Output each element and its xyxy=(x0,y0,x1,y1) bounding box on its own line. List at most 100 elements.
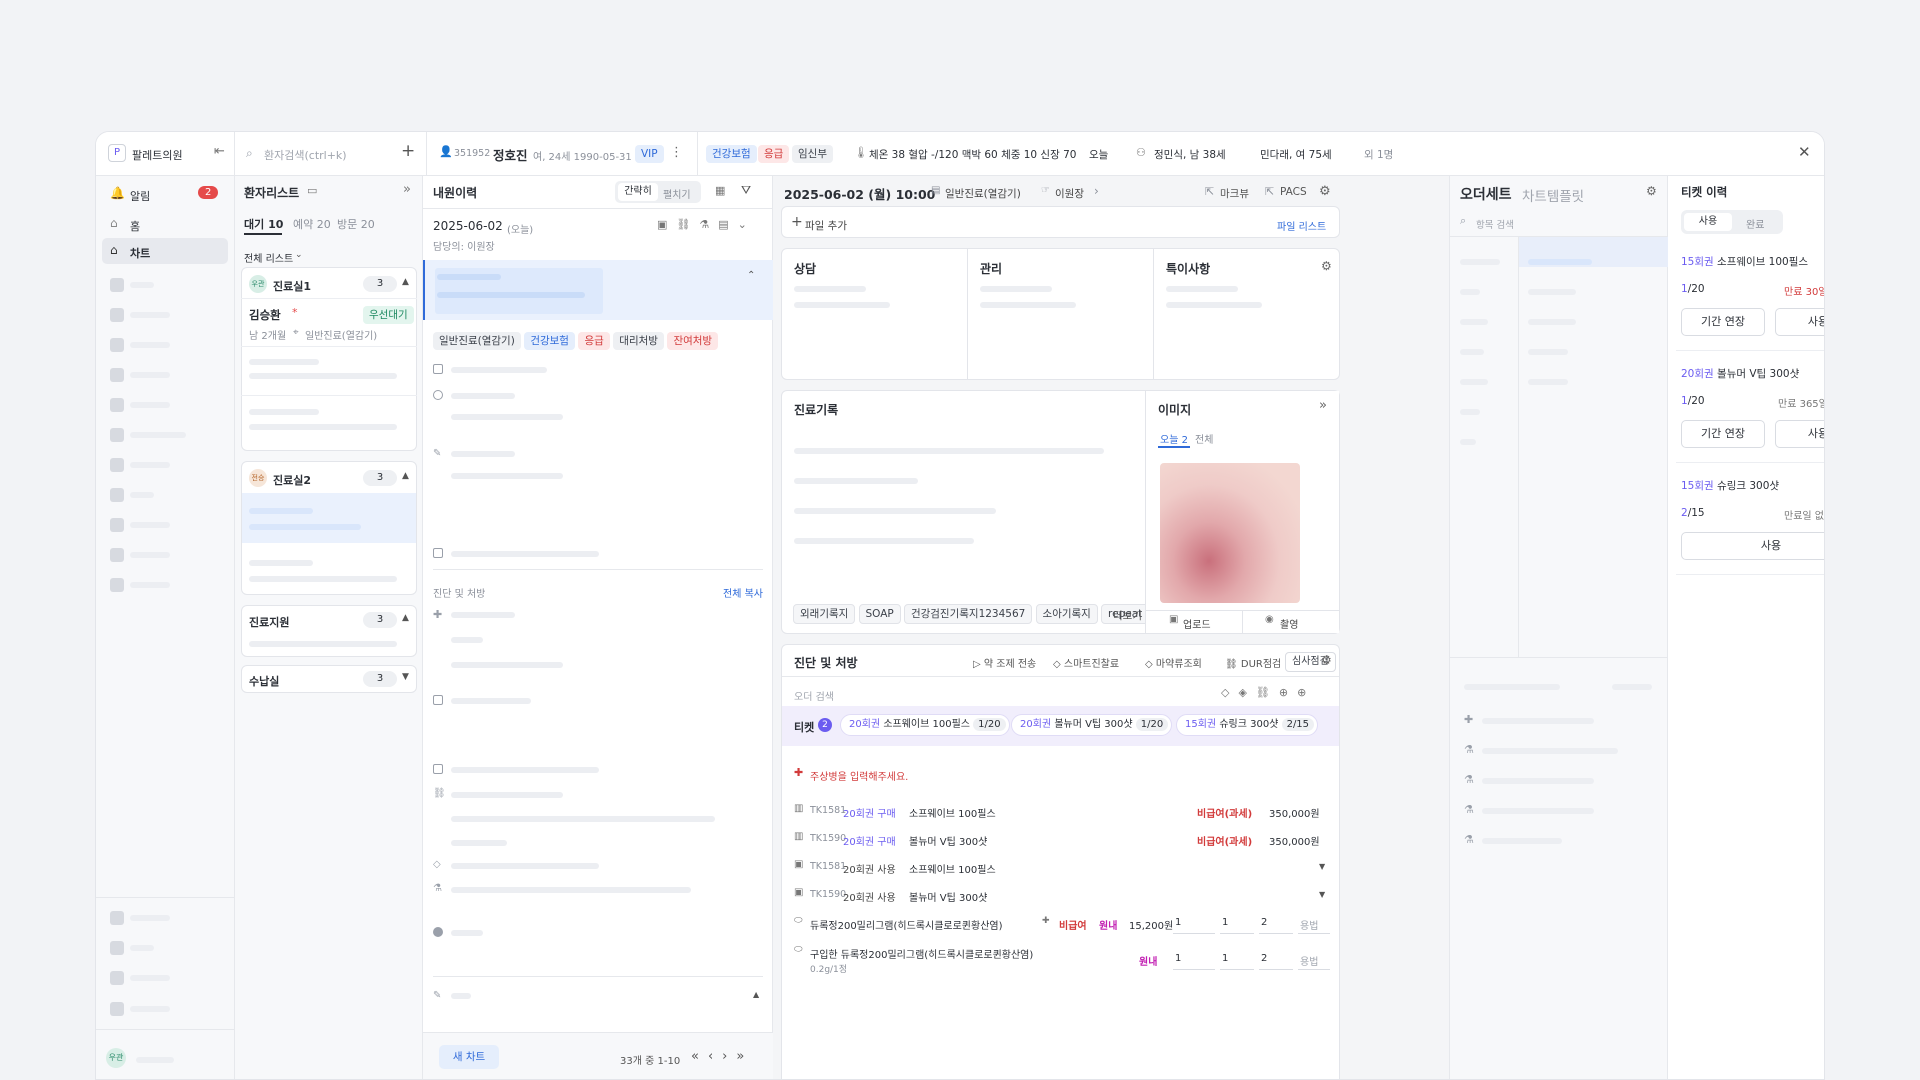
close-icon[interactable]: ✕ xyxy=(1798,143,1811,161)
send-dispense-tool[interactable]: ▷ 약 조제 전송 xyxy=(973,655,1036,670)
chevron-down-icon[interactable]: ▼ xyxy=(402,672,409,682)
user-avatar[interactable]: 우관 xyxy=(106,1048,126,1068)
drug1-freq-input[interactable]: 1 xyxy=(1220,912,1254,934)
tab-done[interactable]: 완료 xyxy=(1746,216,1764,231)
visit-date[interactable]: 2025-06-02 xyxy=(433,219,503,233)
markview-link[interactable]: 마크뷰 xyxy=(1220,186,1249,201)
row-name[interactable]: 볼뉴머 V팁 300샷 xyxy=(909,833,987,848)
ticket-item-3[interactable]: 15회권 슈링크 300샷 xyxy=(1681,478,1779,493)
ticket-item-2[interactable]: 20회권 볼뉴머 V팁 300샷 xyxy=(1681,366,1799,381)
add-patient-icon[interactable]: + xyxy=(401,141,415,161)
sidebar-item-home[interactable]: 홈 xyxy=(130,218,140,234)
family-member-1[interactable]: 정민식, 남 38세 xyxy=(1154,147,1226,162)
expand-icon[interactable]: » xyxy=(1319,398,1327,413)
settings-icon[interactable]: ⚙ xyxy=(1321,259,1332,273)
image-tab-all[interactable]: 전체 xyxy=(1195,431,1213,446)
chevron-up-icon[interactable]: ▲ xyxy=(402,277,409,287)
ticket-item-1[interactable]: 15회권 소프웨이브 100필스 xyxy=(1681,254,1808,269)
template-tab[interactable]: 차트템플릿 xyxy=(1522,185,1584,205)
patient-name-kim[interactable]: 김승환 xyxy=(249,307,281,323)
record-tab-pediatric[interactable]: 소아기록지 xyxy=(1035,604,1098,624)
new-chart-button[interactable]: 새 차트 xyxy=(439,1045,499,1069)
chevron-down-icon[interactable]: ⌄ xyxy=(295,250,303,260)
list-filter[interactable]: 전체 리스트 xyxy=(244,250,293,265)
toggle-brief[interactable]: 간략히 xyxy=(618,183,658,201)
sidebar-item-alarm[interactable]: 알림 xyxy=(130,188,150,204)
drug1-name[interactable]: 듀록정200밀리그램(히드록시클로로퀸황산염) xyxy=(810,917,1003,932)
drug1-days-input[interactable]: 2 xyxy=(1259,912,1293,934)
tab-visit[interactable]: 방문 20 xyxy=(337,216,375,232)
upload-button[interactable]: 업로드 xyxy=(1183,616,1211,631)
pagination-controls[interactable]: «‹›» xyxy=(691,1049,753,1064)
visit-doctor[interactable]: 이원장 xyxy=(1055,186,1084,201)
row-name[interactable]: 볼뉴머 V팁 300샷 xyxy=(909,889,987,904)
ticket-chip-1[interactable]: 20회권 소프웨이브 100필스 1/20 xyxy=(840,714,1010,736)
copy-all-link[interactable]: 전체 복사 xyxy=(723,585,763,600)
extend-button[interactable]: 기간 연장 xyxy=(1681,420,1765,448)
record-tab-soap[interactable]: SOAP xyxy=(858,604,901,624)
filter-icon[interactable]: ⛛ xyxy=(741,183,751,198)
ticket-chip-3[interactable]: 15회권 슈링크 300샷 2/15 xyxy=(1176,714,1319,736)
toggle-expand[interactable]: 펼치기 xyxy=(663,186,691,201)
expand-icon[interactable]: » xyxy=(403,182,411,197)
family-member-2[interactable]: 민다래, 여 75세 xyxy=(1260,147,1332,162)
settings-icon[interactable]: ⚙ xyxy=(1319,184,1331,199)
narcotics-tool[interactable]: ◇ 마약류조회 xyxy=(1145,655,1202,670)
collapse-sidebar-icon[interactable]: ⇤ xyxy=(214,144,225,159)
row-name[interactable]: 소프웨이브 100필스 xyxy=(909,805,996,820)
chevron-up-icon[interactable]: ⌃ xyxy=(747,270,755,281)
expire-dropdown[interactable]: 만료일 없음 xyxy=(1784,507,1824,522)
tab-use[interactable]: 사용 xyxy=(1684,213,1732,231)
settings-icon[interactable]: ⚙ xyxy=(1646,184,1657,198)
order-tool-icons[interactable]: ◇◈⛓⊕⊕ xyxy=(1221,686,1315,699)
drug1-dose-input[interactable]: 1 xyxy=(1173,912,1215,934)
chevron-down-icon[interactable]: ▼ xyxy=(1319,890,1325,899)
sidebar-item-chart[interactable] xyxy=(102,238,228,264)
more-link[interactable]: 더보기 xyxy=(1113,608,1142,623)
expire-dropdown[interactable]: 만료 365일전 xyxy=(1778,395,1824,410)
drug2-usage-input[interactable]: 용법 xyxy=(1298,948,1330,970)
orderset-tab[interactable]: 오더세트 xyxy=(1460,184,1512,204)
monitor-icon[interactable]: ▭ xyxy=(307,184,317,197)
use-button[interactable]: 사용 xyxy=(1775,308,1824,336)
skin-photo[interactable] xyxy=(1160,463,1300,603)
plus-icon[interactable]: + xyxy=(791,214,803,230)
room-name-2[interactable]: 진료실2 xyxy=(273,472,311,488)
record-tab-checkup[interactable]: 건강검진기록지1234567 xyxy=(903,604,1033,624)
chevron-up-icon[interactable]: ▲ xyxy=(402,471,409,481)
orderset-search-input[interactable]: 항목 검색 xyxy=(1476,217,1514,231)
chevron-up-icon[interactable]: ▲ xyxy=(402,613,409,623)
history-tool-icons[interactable]: ▣⛓⚗▤⌄ xyxy=(657,218,756,231)
dur-tool[interactable]: ⛓ DUR점검 xyxy=(1225,655,1281,670)
drug2-name[interactable]: 구입한 듀록정200밀리그램(히드록시클로로퀸황산염) xyxy=(810,946,1033,961)
add-file-button[interactable]: 파일 추가 xyxy=(805,218,847,233)
drug2-days-input[interactable]: 2 xyxy=(1259,948,1293,970)
capture-button[interactable]: 촬영 xyxy=(1280,616,1298,631)
family-more[interactable]: 외 1명 xyxy=(1364,147,1393,162)
tab-reservation[interactable]: 예약 20 xyxy=(293,216,331,232)
pacs-link[interactable]: PACS xyxy=(1280,186,1307,198)
patient-search-input[interactable]: 환자검색(ctrl+k) xyxy=(264,147,347,163)
record-tab-outpatient[interactable]: 외래기록지 xyxy=(793,604,856,624)
expire-dropdown[interactable]: 만료 30일전 xyxy=(1784,283,1824,298)
calendar-icon[interactable]: ▦ xyxy=(715,184,725,197)
settings-icon[interactable]: ⚙ xyxy=(1321,653,1332,667)
room-name-3[interactable]: 진료지원 xyxy=(249,614,289,630)
chevron-down-icon[interactable]: ▼ xyxy=(1319,862,1325,871)
tab-waiting[interactable]: 대기 10 xyxy=(244,216,283,232)
room-name-1[interactable]: 진료실1 xyxy=(273,278,311,294)
extend-button[interactable]: 기간 연장 xyxy=(1681,308,1765,336)
ticket-chip-2[interactable]: 20회권 볼뉴머 V팁 300샷 1/20 xyxy=(1011,714,1173,736)
drug2-freq-input[interactable]: 1 xyxy=(1220,948,1254,970)
room-name-4[interactable]: 수납실 xyxy=(249,673,279,689)
drug1-usage-input[interactable]: 용법 xyxy=(1298,912,1330,934)
smart-fee-tool[interactable]: ◇ 스마트진찰료 xyxy=(1053,655,1119,670)
use-button[interactable]: 사용 xyxy=(1681,532,1824,560)
image-tab-today[interactable]: 오늘 2 xyxy=(1160,431,1188,446)
row-name[interactable]: 소프웨이브 100필스 xyxy=(909,861,996,876)
use-button[interactable]: 사용 xyxy=(1775,420,1824,448)
drug2-dose-input[interactable]: 1 xyxy=(1173,948,1215,970)
order-search-input[interactable]: 오더 검색 xyxy=(794,688,834,703)
file-list-link[interactable]: 파일 리스트 xyxy=(1277,218,1326,233)
more-icon[interactable]: ⋮ xyxy=(670,145,683,160)
